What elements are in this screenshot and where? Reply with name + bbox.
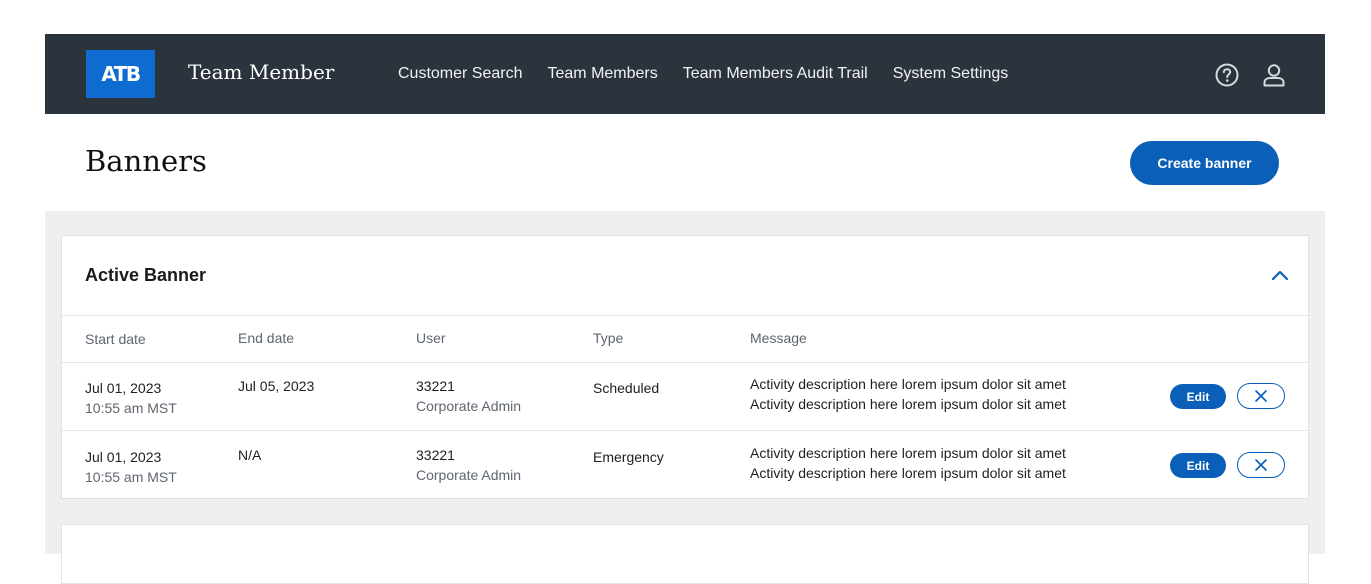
message-cell: Activity description here lorem ipsum do… xyxy=(750,374,1066,414)
table-row: Jul 01, 2023 10:55 am MST N/A 33221 Corp… xyxy=(62,431,1308,499)
main-nav: Customer Search Team Members Team Member… xyxy=(398,65,1033,83)
user-id: 33221 xyxy=(416,447,455,463)
create-banner-button[interactable]: Create banner xyxy=(1130,141,1279,185)
user-role: Corporate Admin xyxy=(416,467,522,483)
table-header: Start date End date User Type Message xyxy=(62,315,1308,363)
start-time: 10:55 am MST xyxy=(85,400,177,416)
active-banner-card: Active Banner Start date End date User T… xyxy=(61,235,1309,499)
edit-button[interactable]: Edit xyxy=(1170,453,1226,478)
column-header-user: User xyxy=(416,330,446,346)
column-header-end-date: End date xyxy=(238,330,295,346)
user-cell: 33221 Corporate Admin xyxy=(416,376,521,416)
card-title: Active Banner xyxy=(85,265,207,285)
chevron-up-icon[interactable] xyxy=(1270,266,1290,284)
column-header-start-date: Start date xyxy=(85,331,146,347)
content-area: Active Banner Start date End date User T… xyxy=(45,211,1325,584)
top-navbar: ATB Team Member Customer Search Team Mem… xyxy=(45,34,1325,114)
table-row: Jul 01, 2023 10:55 am MST Jul 05, 2023 3… xyxy=(62,362,1308,431)
remove-banner-button[interactable] xyxy=(1237,383,1285,409)
nav-team-members-audit-trail[interactable]: Team Members Audit Trail xyxy=(683,65,868,83)
message-line: Activity description here lorem ipsum do… xyxy=(750,396,1066,412)
column-header-type: Type xyxy=(593,330,624,346)
app-title: Team Member xyxy=(188,60,335,84)
close-icon xyxy=(1255,390,1267,402)
close-icon xyxy=(1255,459,1267,471)
message-line: Activity description here lorem ipsum do… xyxy=(750,376,1066,392)
atb-logo[interactable]: ATB xyxy=(86,50,155,98)
start-time: 10:55 am MST xyxy=(85,469,177,485)
message-line: Activity description here lorem ipsum do… xyxy=(750,465,1066,481)
user-role: Corporate Admin xyxy=(416,398,522,414)
remove-banner-button[interactable] xyxy=(1237,452,1285,478)
user-cell: 33221 Corporate Admin xyxy=(416,445,521,485)
next-banner-card xyxy=(61,524,1309,584)
start-date-cell: Jul 01, 2023 10:55 am MST xyxy=(85,378,177,418)
active-banner-header[interactable]: Active Banner xyxy=(62,236,1308,316)
banner-type: Scheduled xyxy=(593,380,660,396)
edit-button[interactable]: Edit xyxy=(1170,384,1226,409)
column-header-message: Message xyxy=(750,330,807,346)
end-date: Jul 05, 2023 xyxy=(238,378,315,394)
help-circle-icon[interactable] xyxy=(1214,62,1240,88)
start-date-cell: Jul 01, 2023 10:55 am MST xyxy=(85,447,177,487)
message-cell: Activity description here lorem ipsum do… xyxy=(750,443,1066,483)
end-date: N/A xyxy=(238,447,262,463)
user-id: 33221 xyxy=(416,378,455,394)
user-icon[interactable] xyxy=(1261,62,1287,88)
nav-customer-search[interactable]: Customer Search xyxy=(398,65,523,83)
start-date: Jul 01, 2023 xyxy=(85,380,162,396)
nav-system-settings[interactable]: System Settings xyxy=(893,65,1009,83)
message-line: Activity description here lorem ipsum do… xyxy=(750,445,1066,461)
nav-team-members[interactable]: Team Members xyxy=(548,65,658,83)
start-date: Jul 01, 2023 xyxy=(85,449,162,465)
banner-type: Emergency xyxy=(593,449,664,465)
page-title: Banners xyxy=(85,144,207,178)
